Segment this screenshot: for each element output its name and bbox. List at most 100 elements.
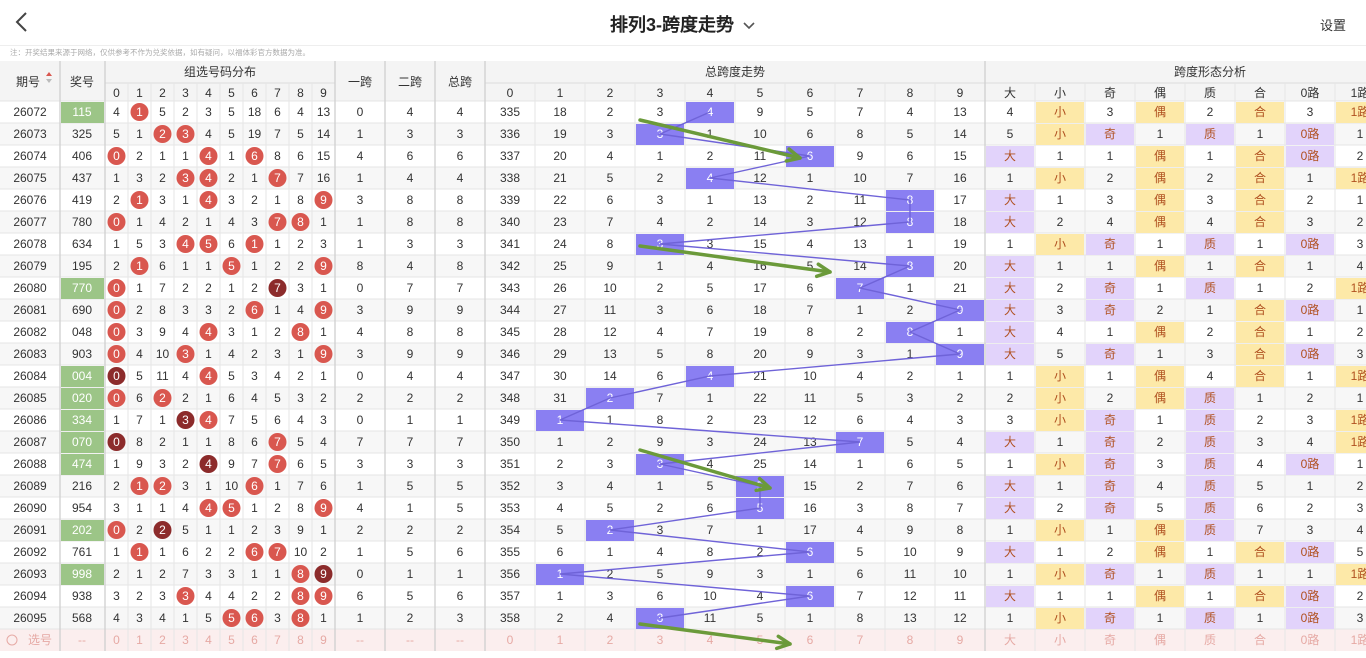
trend-cell: 9: [857, 149, 864, 163]
analysis-cell: 1: [1307, 479, 1314, 493]
prize-cell: 216: [72, 479, 92, 493]
group-cell: 6: [159, 259, 166, 273]
trend-cell: 5: [607, 171, 614, 185]
analysis-cell: 2: [1107, 391, 1114, 405]
group-cell: 10: [225, 479, 239, 493]
analysis-hit-value: 奇: [1104, 479, 1116, 493]
spantotal-cell: 4: [457, 369, 464, 383]
trend-cell: 18: [553, 105, 567, 119]
trend-cell: 3: [857, 501, 864, 515]
trend-cell: 6: [957, 479, 964, 493]
chevron-down-icon: [743, 22, 755, 30]
group-cell: 7: [159, 281, 166, 295]
trend-cell: 2: [807, 193, 814, 207]
footer-analysis-option: 质: [1204, 633, 1216, 647]
trend-cell: 350: [500, 435, 520, 449]
trend-cell: 8: [957, 523, 964, 537]
group-digit-header: 9: [320, 86, 327, 100]
hit-ball-value: 8: [297, 215, 304, 229]
trend-cell: 4: [907, 413, 914, 427]
hit-ball-value: 4: [205, 413, 212, 427]
trend-cell: 14: [953, 127, 967, 141]
analysis-cell: 2: [1157, 435, 1164, 449]
footer-analysis-option: 合: [1254, 632, 1266, 647]
group-cell: 6: [228, 391, 235, 405]
trend-cell: 18: [753, 303, 767, 317]
group-cell: 9: [159, 325, 166, 339]
analysis-cell: 2: [1307, 391, 1314, 405]
group-cell: 13: [317, 105, 331, 119]
trend-cell: 354: [500, 523, 520, 537]
group-cell: 3: [159, 237, 166, 251]
group-cell: 1: [136, 281, 143, 295]
group-cell: 6: [251, 435, 258, 449]
analysis-hit-value: 大: [1004, 545, 1016, 559]
analysis-cell: 4: [1057, 325, 1064, 339]
group-digit-header: 1: [136, 86, 143, 100]
group-cell: 4: [182, 501, 189, 515]
trend-cell: 3: [657, 303, 664, 317]
group-cell: 1: [274, 303, 281, 317]
footer-analysis-option: 0路: [1301, 632, 1320, 647]
trend-cell: 6: [707, 501, 714, 515]
trend-cell: 9: [757, 105, 764, 119]
footer-group-digit: 7: [274, 633, 281, 647]
analysis-cell: 2: [1307, 501, 1314, 515]
analysis-hit-value: 奇: [1104, 281, 1116, 295]
analysis-cell: 2: [1307, 281, 1314, 295]
trend-cell: 1: [757, 523, 764, 537]
hit-ball-value: 8: [297, 325, 304, 339]
page-title-text: 排列3-跨度走势: [609, 15, 734, 35]
analysis-hit-value: 小: [1054, 171, 1066, 185]
period-cell: 26089: [13, 479, 47, 493]
hit-ball-value: 6: [251, 545, 258, 559]
span2-cell: 2: [407, 611, 414, 625]
span2-cell: 2: [407, 391, 414, 405]
analysis-cell: 5: [1257, 479, 1264, 493]
group-cell: 7: [182, 567, 189, 581]
group-cell: 2: [182, 281, 189, 295]
trend-cell: 1: [957, 369, 964, 383]
analysis-cell: 1: [1307, 325, 1314, 339]
hit-ball-value: 7: [274, 435, 281, 449]
group-cell: 7: [297, 479, 304, 493]
footer-trend-digit: 0: [507, 633, 514, 647]
hit-ball-value: 9: [320, 501, 327, 515]
hit-ball-value: 1: [136, 479, 143, 493]
span1-cell: 0: [357, 281, 364, 295]
group-cell: 4: [159, 611, 166, 625]
group-cell: 7: [136, 413, 143, 427]
page-title[interactable]: 排列3-跨度走势: [0, 11, 1366, 37]
analysis-hit-value: 1路: [1351, 412, 1366, 427]
analysis-hit-value: 奇: [1104, 567, 1116, 581]
spantotal-cell: 3: [457, 457, 464, 471]
hit-ball-value: 5: [228, 501, 235, 515]
group-cell: 5: [297, 127, 304, 141]
analysis-cell: 2: [1157, 303, 1164, 317]
analysis-cell: 1: [1007, 523, 1014, 537]
trend-cell: 19: [953, 237, 967, 251]
settings-button[interactable]: 设置: [1320, 15, 1346, 34]
span1-cell: 1: [357, 237, 364, 251]
span1-cell: 1: [357, 545, 364, 559]
analysis-cell: 1: [1207, 589, 1214, 603]
group-cell: 2: [136, 149, 143, 163]
footer-group-digit: 4: [205, 633, 212, 647]
hit-ball-value: 3: [182, 127, 189, 141]
prize-cell: 690: [72, 303, 92, 317]
group-cell: 1: [274, 567, 281, 581]
trend-digit-header: 5: [757, 86, 764, 100]
trend-cell: 20: [553, 149, 567, 163]
hit-ball-value: 7: [274, 545, 281, 559]
analysis-cell: 2: [1207, 325, 1214, 339]
period-header: 期号: [16, 75, 40, 89]
period-cell: 26078: [13, 237, 47, 251]
trend-cell: 13: [603, 347, 617, 361]
period-cell: 26082: [13, 325, 47, 339]
trend-cell: 4: [557, 501, 564, 515]
trend-cell: 7: [857, 105, 864, 119]
analysis-cell: 1: [1157, 237, 1164, 251]
analysis-cell: 3: [1357, 611, 1364, 625]
period-cell: 26092: [13, 545, 47, 559]
trend-cell: 5: [657, 567, 664, 581]
